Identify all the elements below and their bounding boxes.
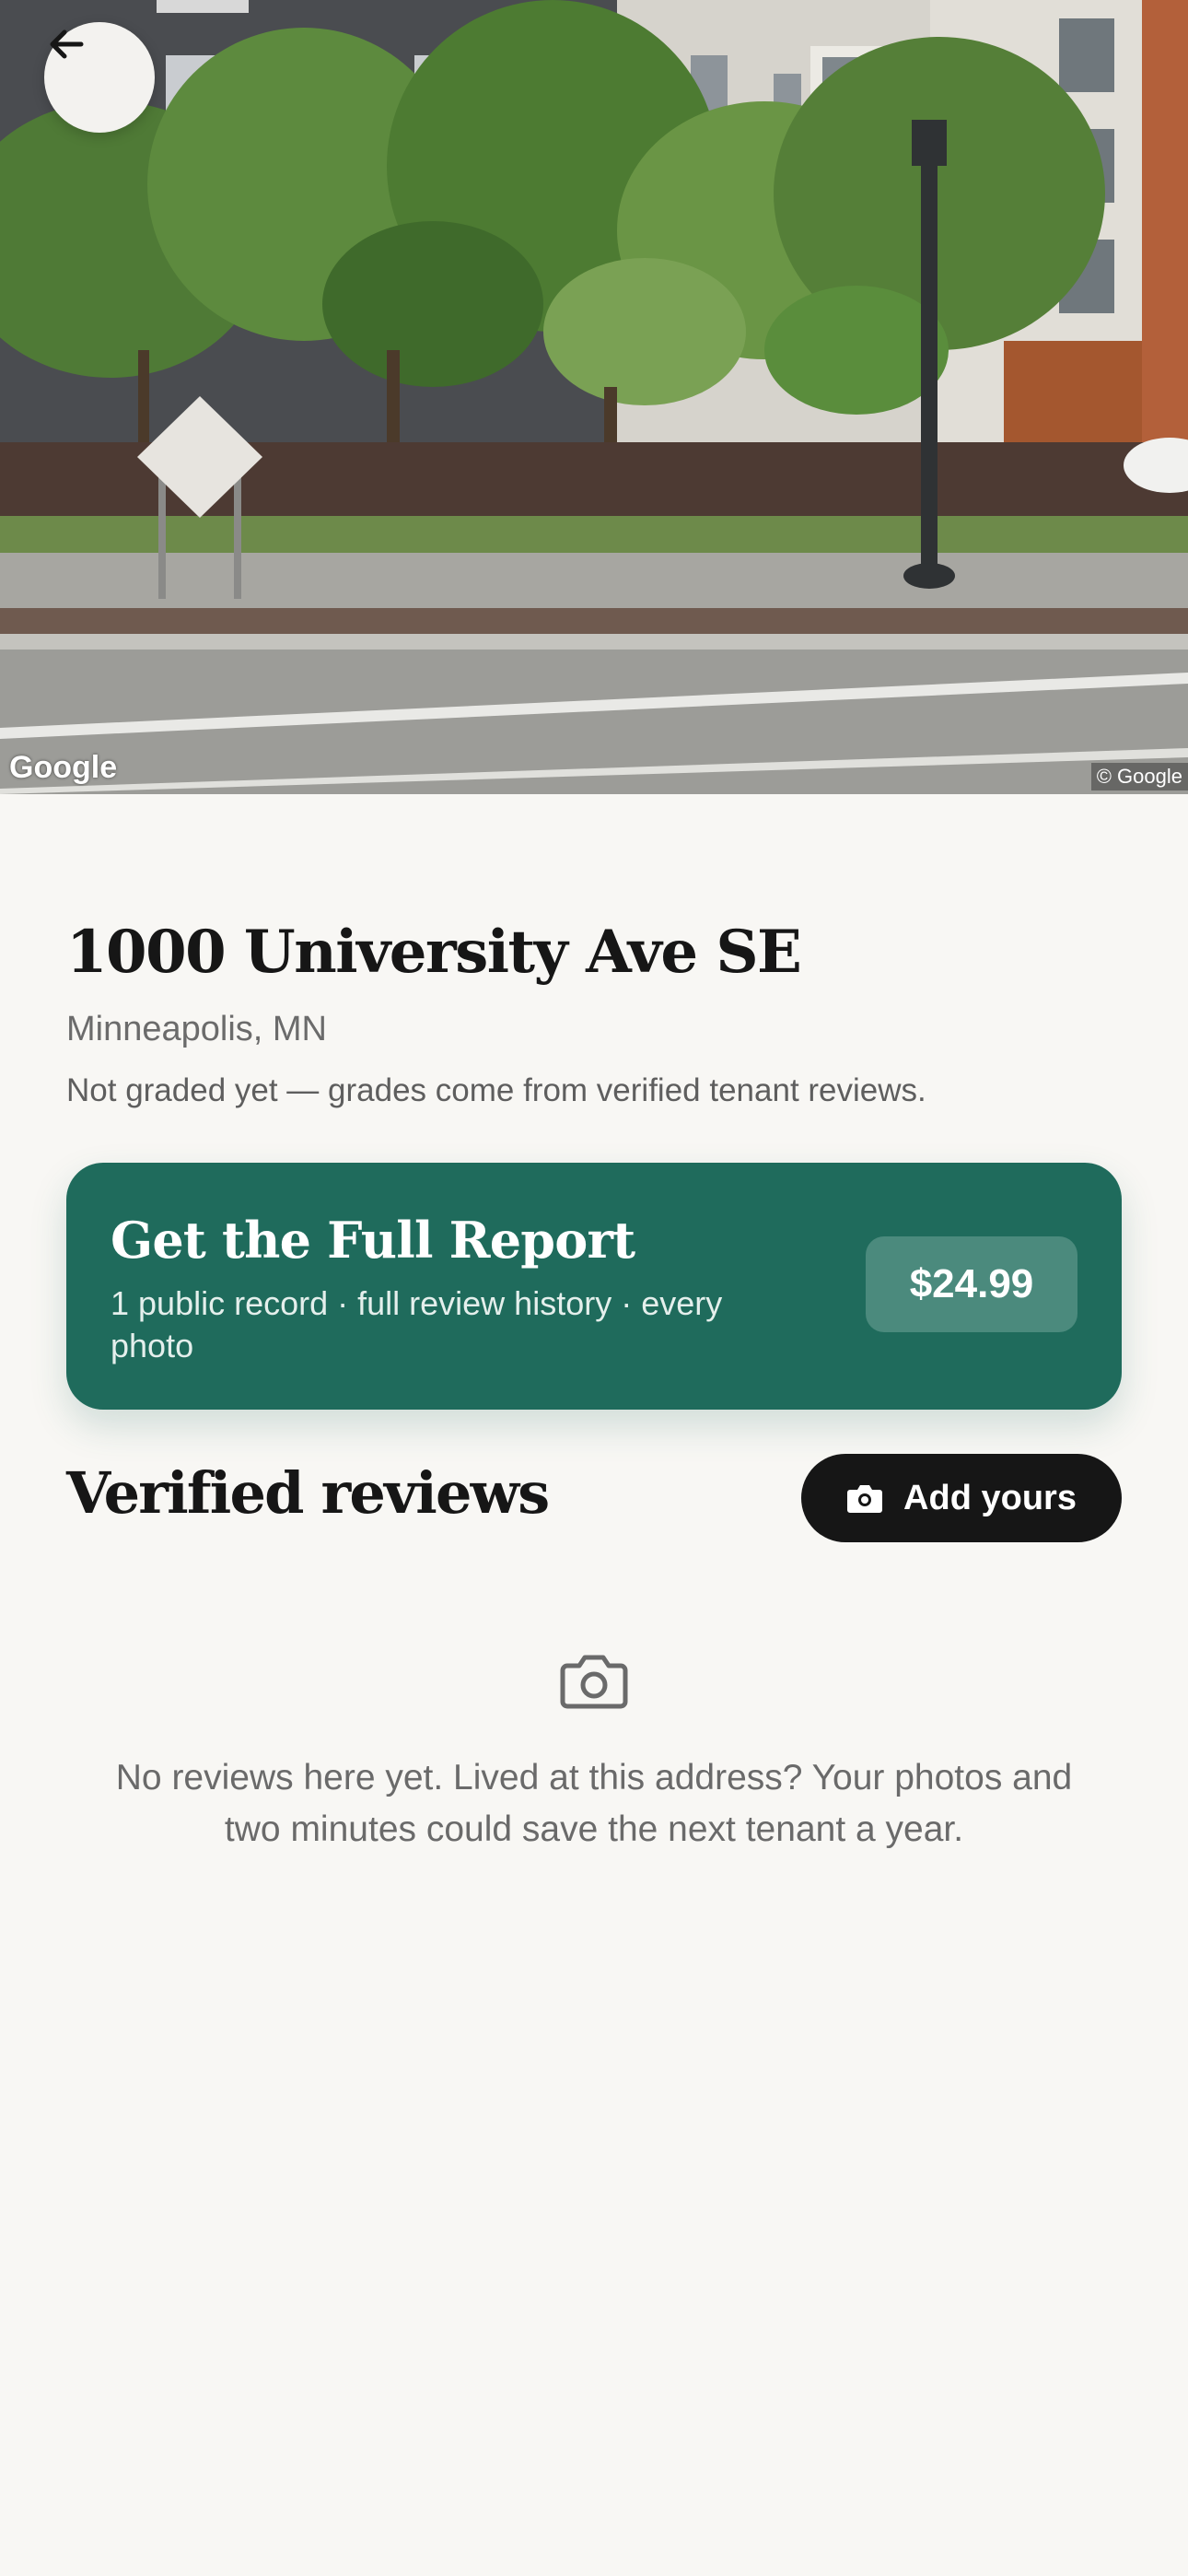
back-button[interactable]: [44, 22, 155, 133]
add-review-label: Add yours: [903, 1478, 1077, 1517]
empty-reviews-message: No reviews here yet. Lived at this addre…: [115, 1758, 1073, 1849]
report-subtitle: 1 public record · full review history · …: [111, 1284, 723, 1364]
google-copyright: © Google: [1090, 763, 1188, 790]
reviews-heading: Verified reviews: [66, 1459, 550, 1527]
street-view-photo: Google © Google: [0, 0, 1188, 794]
report-title: Get the Full Report: [111, 1211, 635, 1270]
camera-outline-icon: [560, 1655, 628, 1709]
add-review-button[interactable]: Add yours: [801, 1454, 1122, 1542]
street-view-image: [0, 0, 1188, 794]
full-report-card[interactable]: Get the Full Report 1 public record · fu…: [66, 1163, 1122, 1410]
property-city: Minneapolis, MN: [66, 1010, 327, 1048]
camera-icon: [847, 1485, 883, 1513]
report-price-button[interactable]: $24.99: [866, 1236, 1077, 1332]
arrow-left-icon: [50, 29, 84, 59]
grade-note: Not graded yet — grades come from verifi…: [66, 1072, 926, 1108]
property-address: 1000 University Ave SE: [66, 918, 802, 987]
google-watermark: Google: [9, 750, 118, 785]
